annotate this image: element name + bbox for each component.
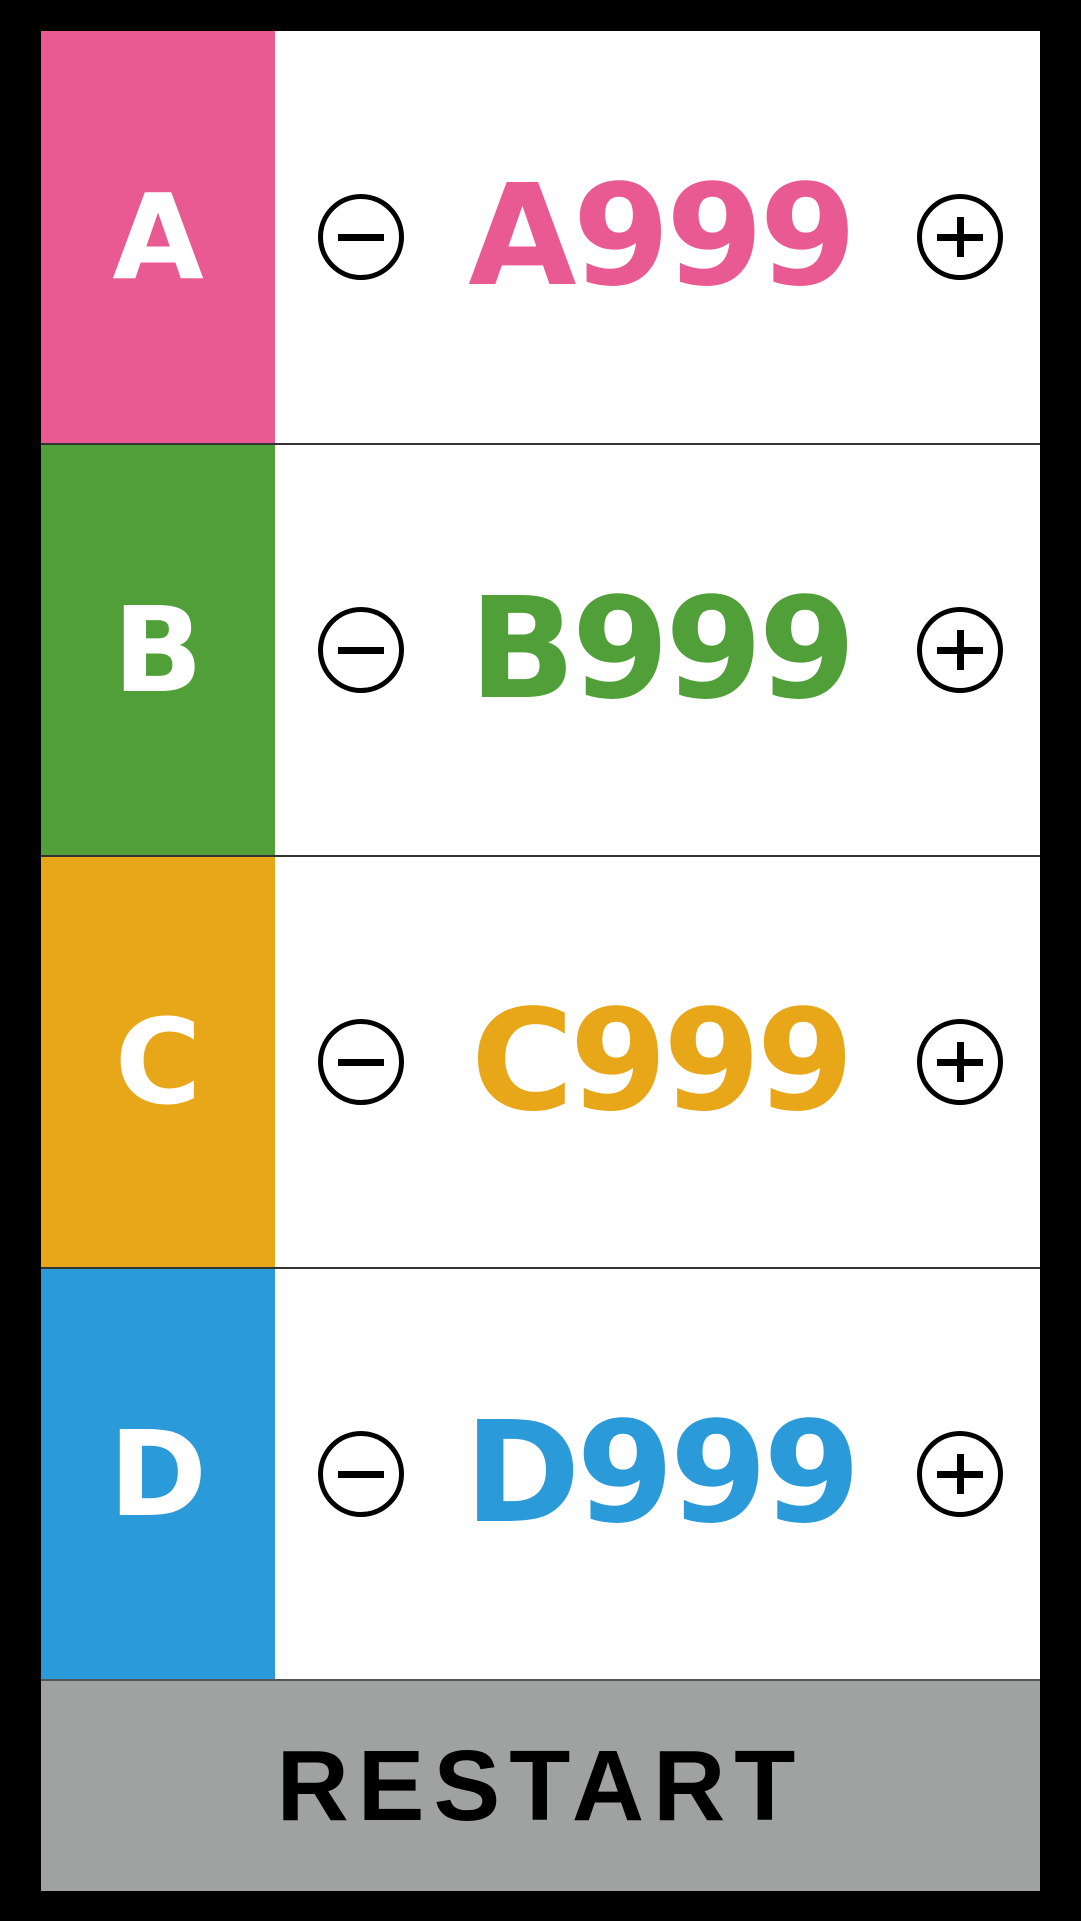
- counter-row-d: D D999: [41, 1267, 1040, 1679]
- counter-controls-a: A999: [275, 31, 1040, 443]
- plus-icon-vertical: [956, 630, 964, 670]
- counter-board: A A999 B B999 C C999 D D999 RESTART: [41, 31, 1040, 1891]
- restart-button[interactable]: RESTART: [41, 1679, 1040, 1891]
- counter-row-c: C C999: [41, 855, 1040, 1267]
- decrement-button-a[interactable]: [318, 194, 404, 280]
- counter-controls-b: B999: [275, 445, 1040, 855]
- counter-value-c: C999: [471, 980, 854, 1143]
- counter-row-a: A A999: [41, 31, 1040, 443]
- increment-button-a[interactable]: [917, 194, 1003, 280]
- plus-icon-vertical: [956, 1042, 964, 1082]
- counter-label-b: B: [41, 445, 275, 855]
- counter-label-a: A: [41, 31, 275, 443]
- counter-value-b: B999: [469, 568, 856, 731]
- counter-value-d: D999: [464, 1392, 860, 1555]
- minus-icon: [338, 1470, 384, 1478]
- counter-controls-d: D999: [275, 1269, 1040, 1679]
- counter-controls-c: C999: [275, 857, 1040, 1267]
- increment-button-c[interactable]: [917, 1019, 1003, 1105]
- minus-icon: [338, 233, 384, 241]
- minus-icon: [338, 1058, 384, 1066]
- counter-value-a: A999: [468, 155, 857, 318]
- counter-row-b: B B999: [41, 443, 1040, 855]
- decrement-button-c[interactable]: [318, 1019, 404, 1105]
- counter-label-d: D: [41, 1269, 275, 1679]
- decrement-button-d[interactable]: [318, 1431, 404, 1517]
- plus-icon-vertical: [956, 217, 964, 257]
- increment-button-b[interactable]: [917, 607, 1003, 693]
- increment-button-d[interactable]: [917, 1431, 1003, 1517]
- counter-label-c: C: [41, 857, 275, 1267]
- minus-icon: [338, 646, 384, 654]
- plus-icon-vertical: [956, 1454, 964, 1494]
- decrement-button-b[interactable]: [318, 607, 404, 693]
